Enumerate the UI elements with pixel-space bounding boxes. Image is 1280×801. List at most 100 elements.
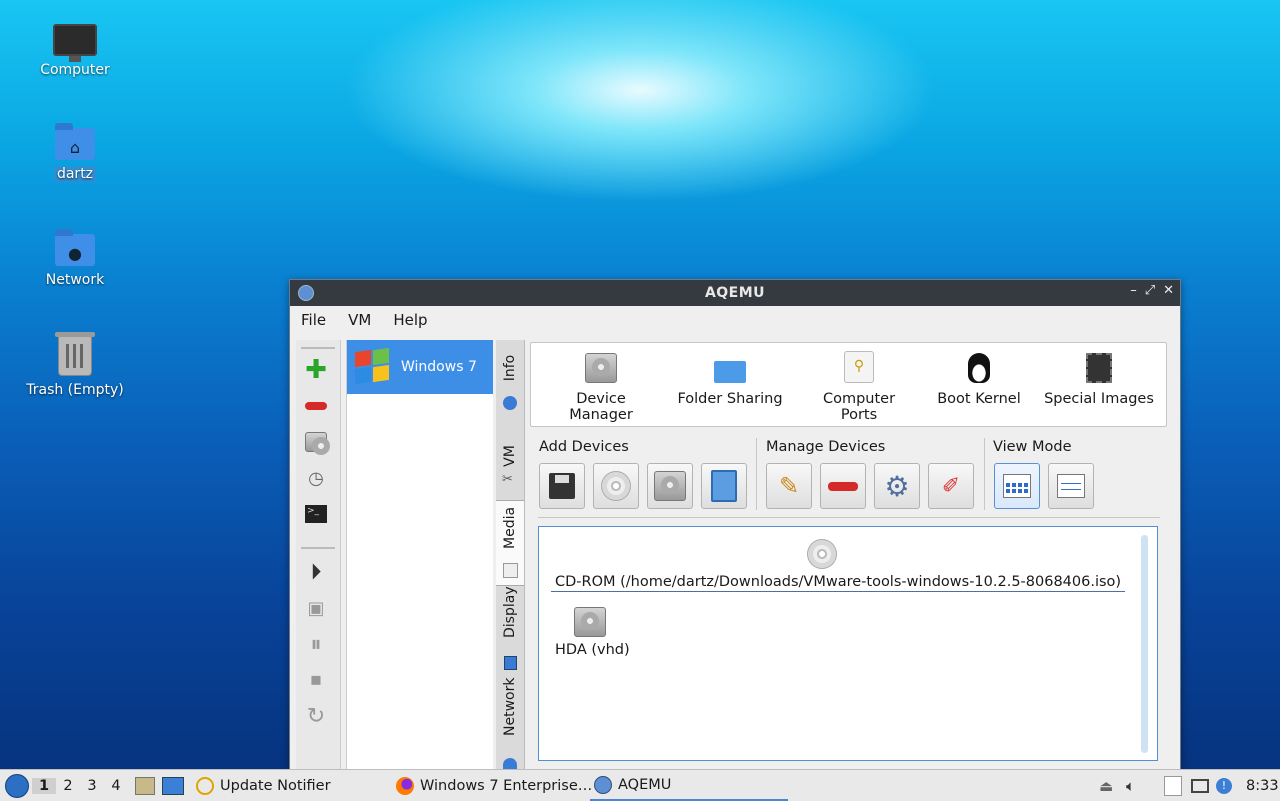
desktop-icon-computer[interactable]: Computer: [20, 18, 130, 78]
hda-device-label[interactable]: HDA (vhd): [555, 642, 630, 658]
tab-network[interactable]: Network: [496, 676, 524, 770]
add-hdd-button[interactable]: [647, 463, 693, 509]
workspace-1[interactable]: 1: [32, 777, 56, 794]
menu-bar: File VM Help: [290, 306, 1180, 334]
menu-file[interactable]: File: [301, 311, 326, 329]
tab-display[interactable]: Display: [496, 586, 524, 674]
desktop-icon-network[interactable]: ● Network: [20, 229, 130, 288]
cdrom-icon: [807, 539, 837, 569]
minimize-button[interactable]: –: [1130, 283, 1137, 298]
menu-vm[interactable]: VM: [348, 311, 371, 329]
view-mode-label: View Mode: [993, 439, 1072, 455]
clipboard-tray-button[interactable]: [1164, 770, 1182, 801]
task-firefox[interactable]: Windows 7 Enterprise…: [392, 770, 592, 801]
close-button[interactable]: ✕: [1163, 283, 1174, 298]
remove-icon: [828, 481, 858, 491]
view-icons-button[interactable]: [994, 463, 1040, 509]
window-title: AQEMU: [704, 285, 766, 301]
boot-kernel-button[interactable]: Boot Kernel: [935, 351, 1023, 407]
computer-ports-button[interactable]: ⚲ Computer Ports: [803, 351, 915, 423]
gear-icon: ⚙: [884, 469, 910, 503]
list-view-icon: [1057, 474, 1085, 498]
hard-disk-icon: [305, 432, 330, 455]
add-floppy-button[interactable]: [539, 463, 585, 509]
edit-device-button[interactable]: ✎: [766, 463, 812, 509]
desktop-icon-home[interactable]: ⌂ dartz: [20, 123, 130, 182]
remove-icon: [305, 402, 327, 410]
media-top-toolbar: Device Manager Folder Sharing ⚲ Computer…: [530, 342, 1167, 427]
add-devices-label: Add Devices: [539, 439, 629, 455]
desktop-icon-label: dartz: [20, 166, 130, 182]
pause-vm-button[interactable]: ⏸: [303, 631, 329, 657]
folder-icon: [714, 361, 746, 383]
info-icon: [503, 396, 517, 410]
stop-vm-button[interactable]: ⏹: [303, 667, 329, 693]
notification-tray-button[interactable]: !: [1216, 770, 1232, 801]
title-bar[interactable]: AQEMU – ⤢ ✕: [290, 280, 1180, 306]
network-tray-button[interactable]: [1191, 770, 1209, 801]
hda-device-icon[interactable]: [574, 607, 606, 637]
notification-icon: !: [1216, 777, 1232, 794]
task-aqemu[interactable]: AQEMU: [590, 770, 788, 801]
edit-pencil-icon: ✎: [778, 472, 800, 500]
trash-icon: [55, 332, 95, 376]
vm-terminal-button[interactable]: >_: [303, 501, 329, 527]
stop-icon: ⏹: [310, 667, 322, 693]
vm-name: Windows 7: [401, 359, 477, 375]
vm-clock-button[interactable]: ◷: [303, 465, 329, 491]
manage-devices-label: Manage Devices: [766, 439, 886, 455]
remove-device-button[interactable]: [820, 463, 866, 509]
clock[interactable]: 8:33: [1246, 770, 1279, 801]
computer-icon: [53, 24, 97, 62]
display-icon: [504, 656, 517, 670]
special-images-button[interactable]: Special Images: [1043, 351, 1155, 407]
add-storage-button[interactable]: [701, 463, 747, 509]
media-page: Device Manager Folder Sharing ⚲ Computer…: [528, 340, 1170, 770]
clock-icon: ◷: [308, 467, 324, 489]
device-properties-button[interactable]: ⚙: [874, 463, 920, 509]
chip-icon: [1086, 353, 1112, 383]
clear-device-button[interactable]: ✐: [928, 463, 974, 509]
floppy-icon: [549, 473, 575, 499]
icon-view-icon: [1003, 474, 1031, 498]
folder-sharing-button[interactable]: Folder Sharing: [677, 351, 783, 407]
desktop-icon-label: Network: [45, 272, 105, 288]
lubuntu-menu-icon: [5, 773, 29, 798]
tab-info[interactable]: Info: [496, 340, 524, 428]
remove-vm-button[interactable]: [303, 393, 329, 419]
file-manager-launcher[interactable]: [135, 770, 155, 801]
reset-vm-button[interactable]: ↻: [303, 703, 329, 729]
desktop-icon: [162, 776, 184, 795]
network-folder-icon: ●: [55, 229, 95, 266]
start-vm-button[interactable]: ⏵: [303, 559, 329, 585]
view-list-button[interactable]: [1048, 463, 1094, 509]
desktop-icon-trash[interactable]: Trash (Empty): [20, 332, 130, 398]
add-vm-button[interactable]: ✚: [303, 355, 329, 385]
clipboard-icon: [1164, 775, 1182, 796]
workspace-3[interactable]: 3: [80, 778, 104, 794]
task-update-notifier[interactable]: Update Notifier: [192, 770, 331, 801]
workspace-2[interactable]: 2: [56, 778, 80, 794]
maximize-button[interactable]: ⤢: [1145, 283, 1155, 298]
eject-icon: ⏏: [1099, 776, 1114, 795]
cdrom-device-label[interactable]: CD-ROM (/home/dartz/Downloads/VMware-too…: [551, 574, 1126, 592]
tab-vm[interactable]: VM ✂: [496, 428, 524, 500]
menu-help[interactable]: Help: [393, 311, 427, 329]
save-vm-button[interactable]: ▣: [303, 595, 329, 621]
cdrom-device-icon[interactable]: [807, 539, 837, 569]
add-cdrom-button[interactable]: [593, 463, 639, 509]
workspace-4[interactable]: 4: [104, 778, 128, 794]
show-desktop-button[interactable]: [162, 770, 184, 801]
update-notifier-icon: [196, 776, 214, 795]
file-manager-icon: [135, 776, 155, 795]
vertical-scrollbar[interactable]: [1141, 535, 1148, 753]
volume-tray-button[interactable]: 🔈︎: [1126, 770, 1135, 801]
device-manager-button[interactable]: Device Manager: [545, 351, 657, 423]
aqemu-icon: [594, 775, 612, 794]
vm-hdd-button[interactable]: [303, 429, 330, 455]
eject-tray-button[interactable]: ⏏: [1099, 770, 1113, 801]
device-manager-icon: [585, 353, 617, 383]
vm-list-item[interactable]: Windows 7: [347, 340, 493, 394]
start-menu-button[interactable]: [5, 770, 29, 801]
tab-media[interactable]: Media: [496, 500, 524, 586]
